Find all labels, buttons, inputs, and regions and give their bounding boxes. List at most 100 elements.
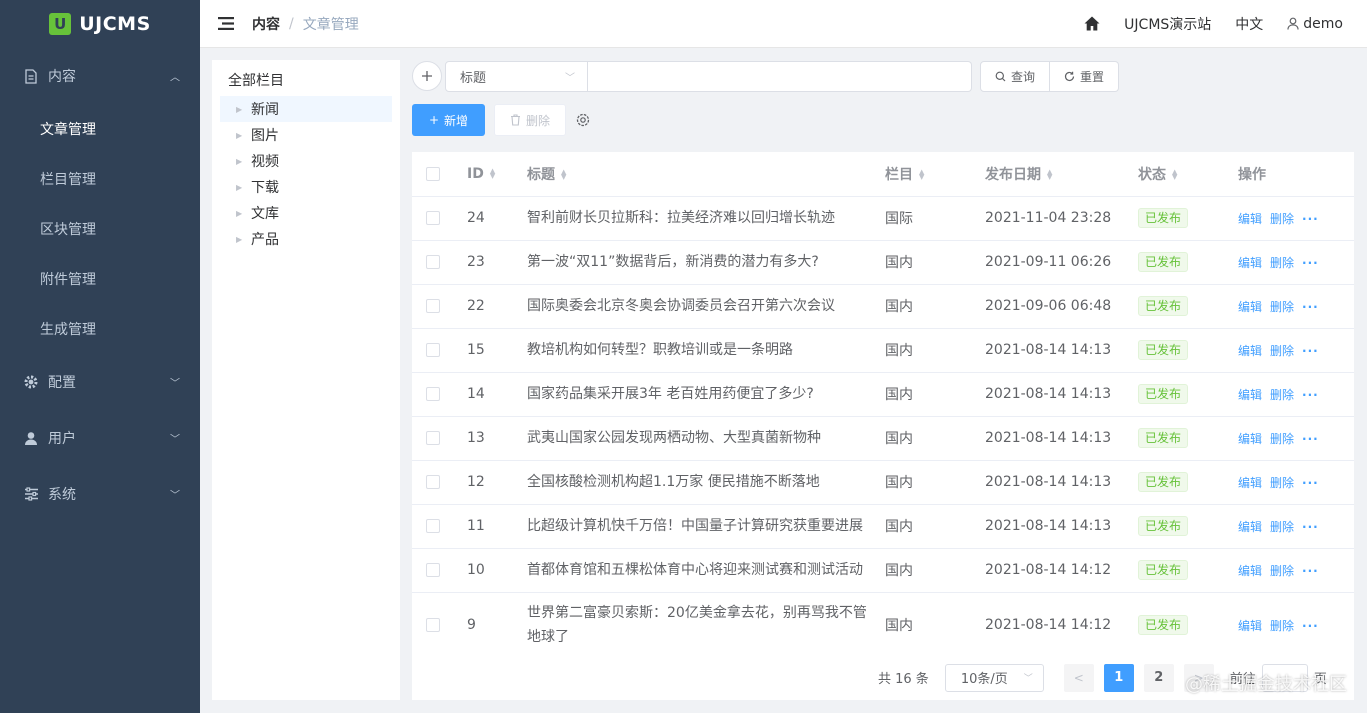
column-header-title[interactable]: 标题 bbox=[527, 167, 555, 183]
cell-title[interactable]: 教培机构如何转型？职教培训或是一条明路 bbox=[527, 328, 885, 373]
row-checkbox[interactable] bbox=[426, 475, 440, 489]
page-button-2[interactable]: 2 bbox=[1143, 663, 1174, 692]
page-size-select[interactable]: 10条/页 ﹀ bbox=[944, 663, 1044, 692]
tree-node-news[interactable]: ▶ 新闻 bbox=[220, 96, 392, 122]
tree-node-library[interactable]: ▶ 文库 bbox=[220, 200, 392, 226]
edit-link[interactable]: 编辑 bbox=[1238, 564, 1262, 578]
more-icon[interactable]: ··· bbox=[1302, 520, 1319, 534]
menu-group-user[interactable]: 用户 ﹀ bbox=[0, 410, 200, 466]
sort-icon[interactable]: ▲ ▼ bbox=[1172, 168, 1177, 180]
menu-item-articles[interactable]: 文章管理 bbox=[0, 104, 200, 154]
delete-link[interactable]: 删除 bbox=[1270, 564, 1294, 578]
column-header-date[interactable]: 发布日期 bbox=[985, 167, 1041, 183]
menu-item-attachments[interactable]: 附件管理 bbox=[0, 254, 200, 304]
edit-link[interactable]: 编辑 bbox=[1238, 300, 1262, 314]
sort-icon[interactable]: ▲ ▼ bbox=[919, 168, 924, 180]
search-input[interactable] bbox=[588, 60, 972, 92]
caret-right-icon[interactable]: ▶ bbox=[236, 235, 251, 244]
delete-link[interactable]: 删除 bbox=[1270, 212, 1294, 226]
row-checkbox[interactable] bbox=[426, 519, 440, 533]
more-icon[interactable]: ··· bbox=[1302, 476, 1319, 490]
cell-title[interactable]: 全国核酸检测机构超1.1万家 便民措施不断落地 bbox=[527, 460, 885, 505]
row-checkbox[interactable] bbox=[426, 211, 440, 225]
delete-link[interactable]: 删除 bbox=[1270, 619, 1294, 633]
expand-search-button[interactable] bbox=[412, 61, 442, 91]
hamburger-icon[interactable] bbox=[200, 17, 252, 30]
language-switch[interactable]: 中文 bbox=[1223, 14, 1275, 34]
logo[interactable]: U UJCMS bbox=[0, 0, 200, 48]
edit-link[interactable]: 编辑 bbox=[1238, 344, 1262, 358]
edit-link[interactable]: 编辑 bbox=[1238, 388, 1262, 402]
more-icon[interactable]: ··· bbox=[1302, 388, 1319, 402]
cell-title[interactable]: 智利前财长贝拉斯科：拉美经济难以回归增长轨迹 bbox=[527, 196, 885, 241]
tree-node-images[interactable]: ▶ 图片 bbox=[220, 122, 392, 148]
breadcrumb-item-content[interactable]: 内容 bbox=[252, 14, 280, 34]
column-settings-button[interactable] bbox=[574, 111, 592, 129]
cell-title[interactable]: 国家药品集采开展3年 老百姓用药便宜了多少? bbox=[527, 372, 885, 417]
menu-group-config[interactable]: 配置 ﹀ bbox=[0, 354, 200, 410]
search-field-select[interactable]: 标题 ﹀ bbox=[445, 60, 588, 92]
caret-right-icon[interactable]: ▶ bbox=[236, 131, 251, 140]
sort-icon[interactable]: ▲ ▼ bbox=[561, 168, 566, 180]
more-icon[interactable]: ··· bbox=[1302, 256, 1319, 270]
add-button[interactable]: + 新增 bbox=[412, 104, 485, 136]
menu-item-channels[interactable]: 栏目管理 bbox=[0, 154, 200, 204]
more-icon[interactable]: ··· bbox=[1302, 619, 1319, 633]
caret-right-icon[interactable]: ▶ bbox=[236, 183, 251, 192]
delete-button[interactable]: 删除 bbox=[494, 104, 566, 136]
caret-right-icon[interactable]: ▶ bbox=[236, 105, 251, 114]
column-header-id[interactable]: ID bbox=[467, 166, 484, 182]
cell-title[interactable]: 首都体育馆和五棵松体育中心将迎来测试赛和测试活动 bbox=[527, 548, 885, 593]
tree-node-downloads[interactable]: ▶ 下载 bbox=[220, 174, 392, 200]
menu-item-generate[interactable]: 生成管理 bbox=[0, 304, 200, 354]
delete-link[interactable]: 删除 bbox=[1270, 476, 1294, 490]
edit-link[interactable]: 编辑 bbox=[1238, 476, 1262, 490]
column-header-channel[interactable]: 栏目 bbox=[885, 167, 913, 183]
cell-title[interactable]: 国际奥委会北京冬奥会协调委员会召开第六次会议 bbox=[527, 284, 885, 329]
page-button-1[interactable]: 1 bbox=[1103, 663, 1134, 692]
query-button[interactable]: 查询 bbox=[980, 60, 1051, 92]
edit-link[interactable]: 编辑 bbox=[1238, 432, 1262, 446]
more-icon[interactable]: ··· bbox=[1302, 344, 1319, 358]
more-icon[interactable]: ··· bbox=[1302, 300, 1319, 314]
edit-link[interactable]: 编辑 bbox=[1238, 520, 1262, 534]
select-all-checkbox[interactable] bbox=[426, 166, 440, 181]
delete-link[interactable]: 删除 bbox=[1270, 256, 1294, 270]
menu-group-content[interactable]: 内容 ︿ bbox=[0, 48, 200, 104]
tree-root[interactable]: 全部栏目 bbox=[212, 70, 400, 92]
column-header-status[interactable]: 状态 bbox=[1138, 167, 1166, 183]
delete-link[interactable]: 删除 bbox=[1270, 300, 1294, 314]
tree-node-videos[interactable]: ▶ 视频 bbox=[220, 148, 392, 174]
menu-group-system[interactable]: 系统 ﹀ bbox=[0, 466, 200, 522]
row-checkbox[interactable] bbox=[426, 299, 440, 313]
edit-link[interactable]: 编辑 bbox=[1238, 619, 1262, 633]
cell-title[interactable]: 世界第二富豪贝索斯：20亿美金拿去花，别再骂我不管地球了 bbox=[527, 592, 885, 659]
edit-link[interactable]: 编辑 bbox=[1238, 256, 1262, 270]
caret-right-icon[interactable]: ▶ bbox=[236, 157, 251, 166]
row-checkbox[interactable] bbox=[426, 343, 440, 357]
row-checkbox[interactable] bbox=[426, 563, 440, 577]
cell-title[interactable]: 比超级计算机快千万倍！中国量子计算研究获重要进展 bbox=[527, 504, 885, 549]
row-checkbox[interactable] bbox=[426, 255, 440, 269]
menu-item-blocks[interactable]: 区块管理 bbox=[0, 204, 200, 254]
reset-button[interactable]: 重置 bbox=[1050, 60, 1120, 92]
sort-icon[interactable]: ▲ ▼ bbox=[490, 167, 495, 179]
sort-icon[interactable]: ▲ ▼ bbox=[1047, 168, 1052, 180]
delete-link[interactable]: 删除 bbox=[1270, 520, 1294, 534]
cell-title[interactable]: 武夷山国家公园发现两栖动物、大型真菌新物种 bbox=[527, 416, 885, 461]
caret-right-icon[interactable]: ▶ bbox=[236, 209, 251, 218]
more-icon[interactable]: ··· bbox=[1302, 432, 1319, 446]
row-checkbox[interactable] bbox=[426, 618, 440, 632]
edit-link[interactable]: 编辑 bbox=[1238, 212, 1262, 226]
delete-link[interactable]: 删除 bbox=[1270, 432, 1294, 446]
site-link[interactable]: UJCMS演示站 bbox=[1112, 14, 1223, 34]
delete-link[interactable]: 删除 bbox=[1270, 344, 1294, 358]
row-checkbox[interactable] bbox=[426, 431, 440, 445]
more-icon[interactable]: ··· bbox=[1302, 212, 1319, 226]
tree-node-products[interactable]: ▶ 产品 bbox=[220, 226, 392, 252]
more-icon[interactable]: ··· bbox=[1302, 564, 1319, 578]
home-icon[interactable] bbox=[1072, 16, 1112, 31]
delete-link[interactable]: 删除 bbox=[1270, 388, 1294, 402]
user-menu[interactable]: demo bbox=[1275, 16, 1355, 32]
prev-page-button[interactable]: < bbox=[1063, 663, 1094, 692]
